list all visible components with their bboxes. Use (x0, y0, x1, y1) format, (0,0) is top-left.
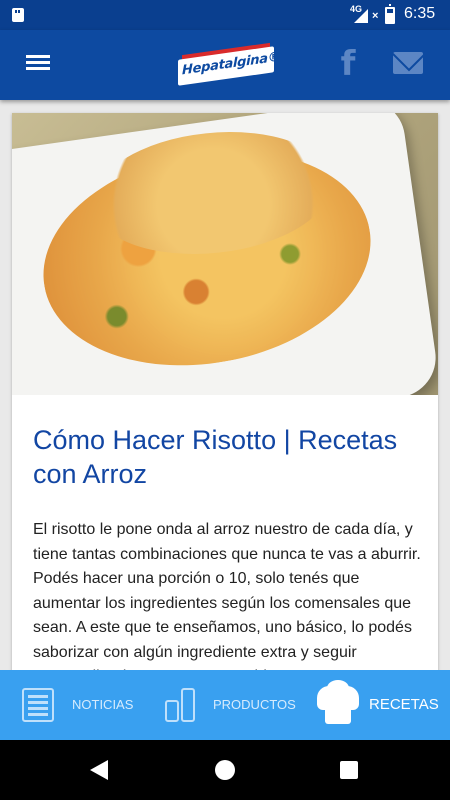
battery-icon (385, 4, 395, 24)
newspaper-icon (22, 688, 54, 722)
brand-logo: Hepatalgina® (178, 42, 280, 87)
signal-icon (354, 9, 368, 23)
content-scroll[interactable]: Cómo Hacer Risotto | Recetas con Arroz E… (0, 100, 450, 670)
nav-productos-label: PRODUCTOS (213, 697, 296, 712)
recipe-photo (12, 113, 438, 395)
recent-apps-icon[interactable] (340, 761, 358, 779)
app-bar: Hepatalgina® f (0, 30, 450, 100)
nav-noticias-label: NOTICIAS (72, 697, 134, 712)
mail-icon[interactable] (393, 52, 423, 74)
facebook-icon[interactable]: f (336, 44, 360, 84)
nav-productos[interactable]: PRODUCTOS (150, 670, 300, 740)
nav-recetas[interactable]: RECETAS (300, 670, 450, 740)
clock: 6:35 (404, 5, 436, 22)
no-data-icon: × (372, 10, 379, 22)
system-navigation-bar (0, 740, 450, 800)
back-icon[interactable] (90, 760, 108, 780)
status-bar: 4G × 6:35 (0, 0, 450, 30)
menu-icon[interactable] (22, 52, 54, 78)
nav-noticias[interactable]: NOTICIAS (0, 670, 150, 740)
recipe-body: El risotto le pone onda al arroz nuestro… (33, 521, 421, 670)
nav-recetas-label: RECETAS (369, 696, 439, 713)
bottles-icon (165, 686, 197, 722)
chef-hat-icon (317, 680, 359, 724)
recipe-card[interactable]: Cómo Hacer Risotto | Recetas con Arroz E… (12, 113, 438, 670)
home-icon[interactable] (215, 760, 235, 780)
bottom-navigation: NOTICIAS PRODUCTOS RECETAS (0, 670, 450, 740)
recipe-title: Cómo Hacer Risotto | Recetas con Arroz (33, 425, 398, 489)
sd-card-icon (12, 8, 24, 22)
